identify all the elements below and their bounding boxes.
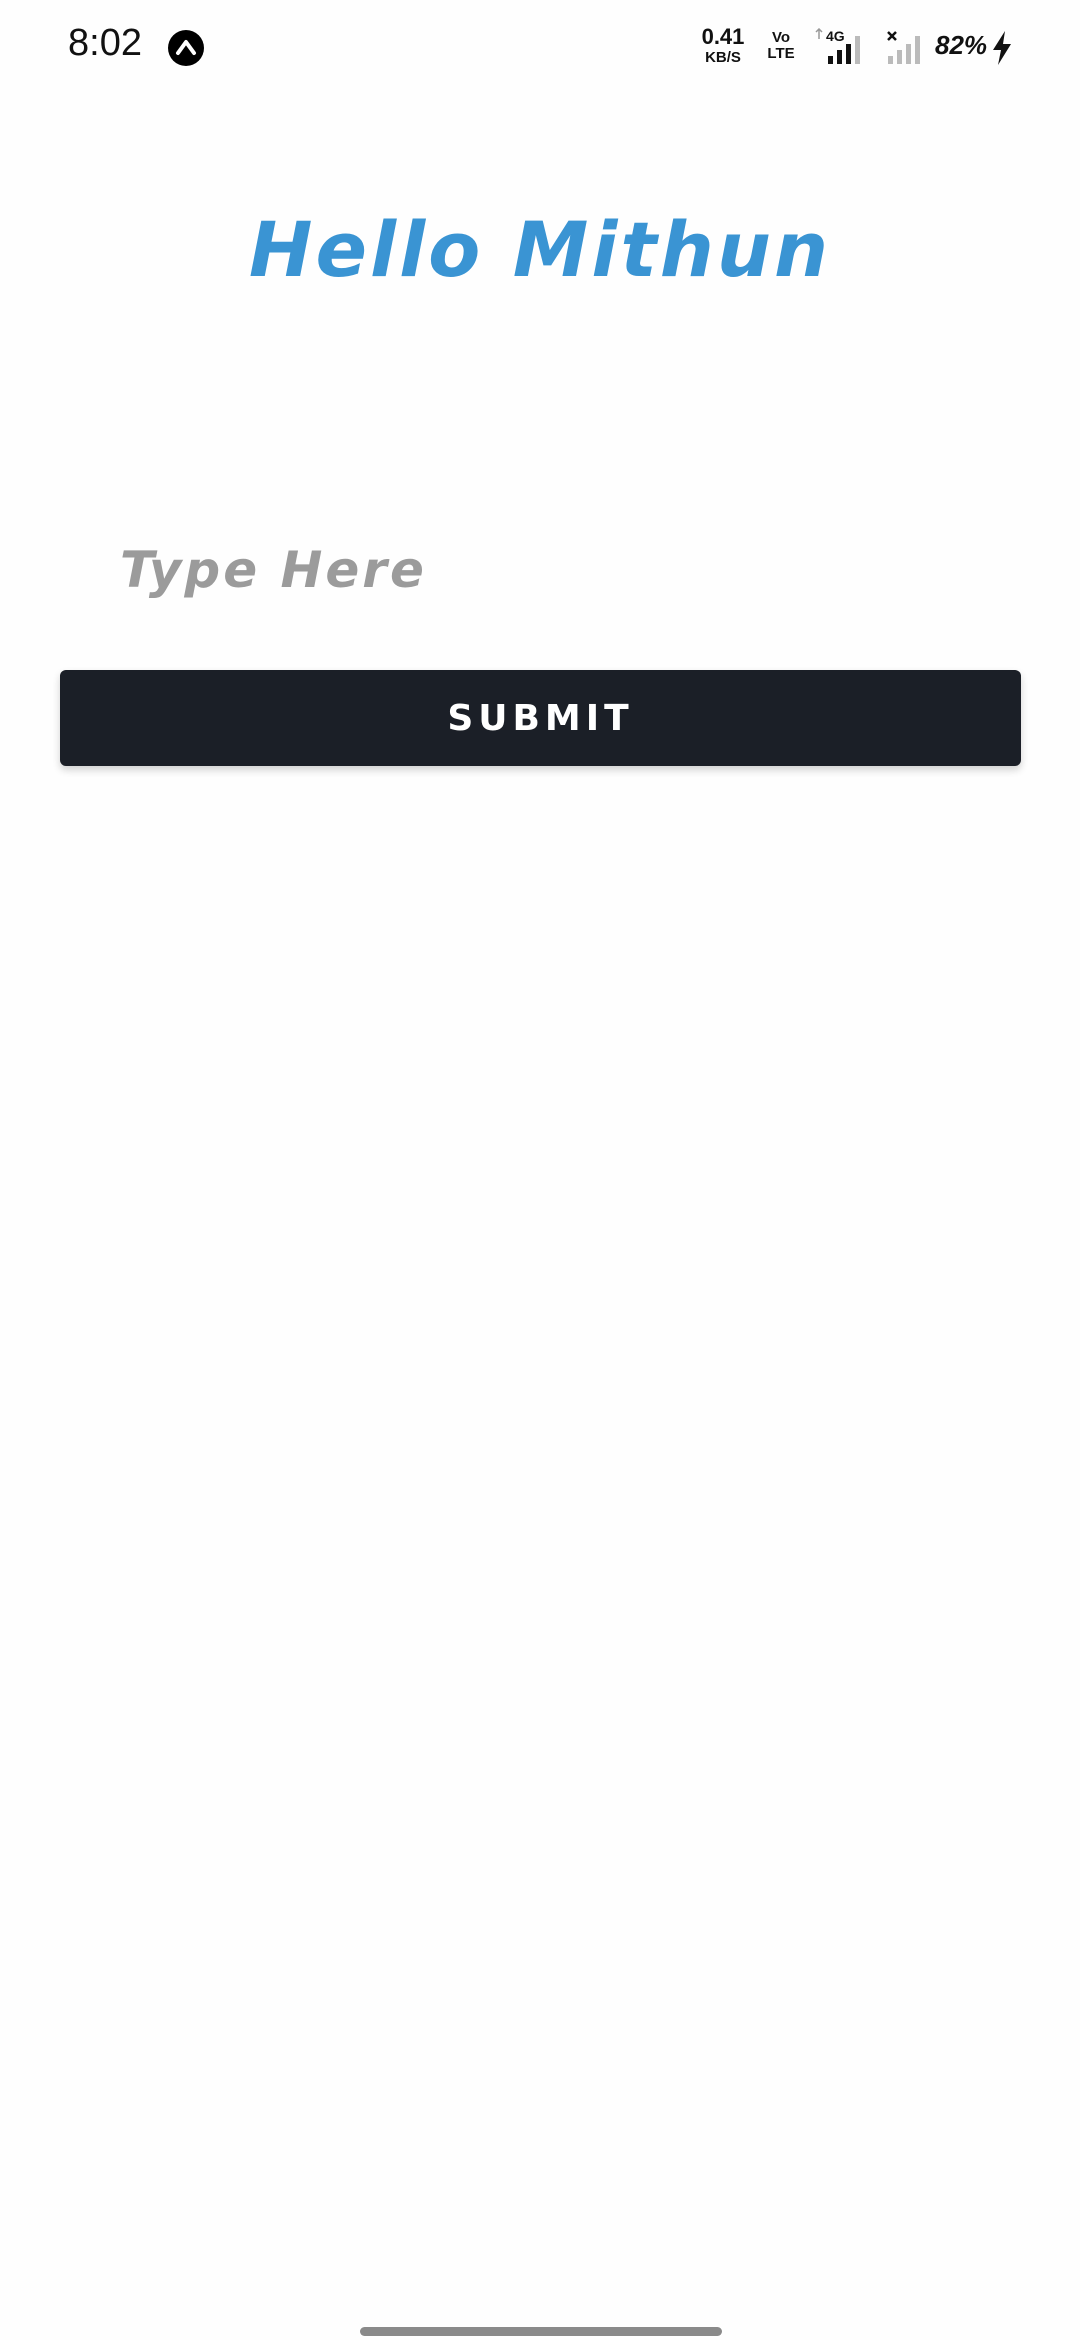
status-time: 8:02: [68, 22, 142, 64]
signal-4g-icon: 4G: [815, 28, 860, 64]
network-type-label: 4G: [826, 28, 845, 44]
message-input[interactable]: [120, 525, 1020, 615]
network-speed-unit: KB/S: [705, 49, 741, 66]
volte-line2: LTE: [767, 45, 795, 62]
home-indicator-bar[interactable]: [360, 2327, 722, 2336]
network-speed: 0.41 KB/S: [698, 24, 748, 66]
volte-line1: Vo: [771, 29, 791, 46]
network-speed-value: 0.41: [701, 24, 745, 49]
app-screen: 8:02 0.41 KB/S Vo LTE 4G 82% Hello Mithu…: [0, 0, 1080, 2340]
caret-up-icon: [168, 30, 204, 66]
battery-percent: 82%: [935, 30, 988, 60]
submit-button[interactable]: SUBMIT: [60, 670, 1021, 766]
lightning-bolt-icon: [993, 31, 1011, 65]
signal-no-sim-icon: [887, 31, 920, 64]
greeting-title: Hello Mithun: [248, 205, 832, 294]
status-bar: 8:02 0.41 KB/S Vo LTE 4G 82%: [0, 0, 1080, 96]
volte-indicator: Vo LTE: [762, 30, 800, 61]
